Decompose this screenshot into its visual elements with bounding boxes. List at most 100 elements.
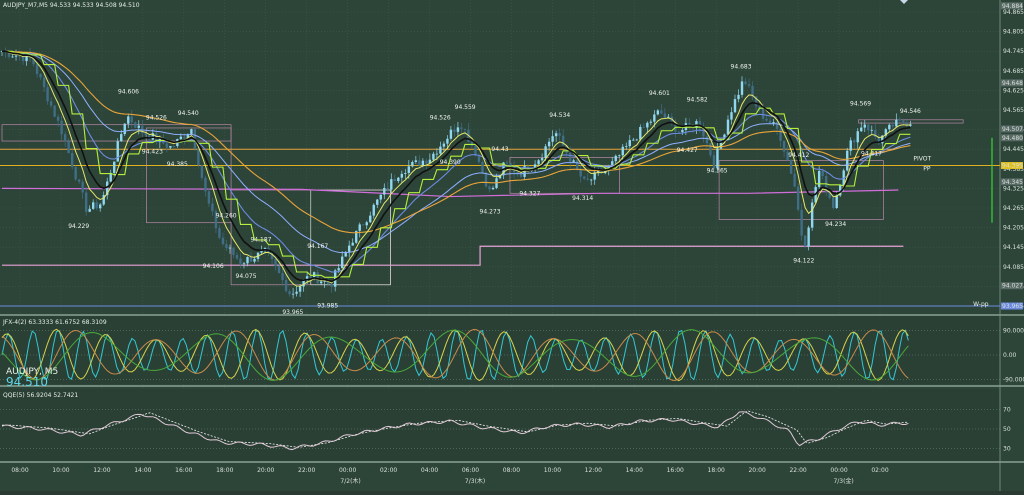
candle-body-3 <box>11 56 14 58</box>
x-tick-9: 02:00 <box>380 467 397 474</box>
candle-body-132 <box>463 128 467 130</box>
chart-window[interactable]: 94.606 94.526 94.540 94.423 94.385 94.229 94.2… <box>0 0 1024 491</box>
candle-body-65 <box>228 247 232 249</box>
x-tick-6: 20:00 <box>257 467 274 474</box>
x-tick-19: 22:00 <box>789 467 806 474</box>
candle-body-72 <box>253 258 256 262</box>
candle-body-182 <box>639 127 642 140</box>
price-label-14: 94.559 <box>455 104 476 111</box>
price-label-30: 94.234 <box>825 221 846 228</box>
osc-tick-0: 90.0000 <box>1003 328 1024 335</box>
candle-body-137 <box>481 162 484 173</box>
candle-body-100 <box>351 242 354 246</box>
candle-body-223 <box>782 140 786 152</box>
candle-body-27 <box>95 202 98 209</box>
candle-body-120 <box>421 160 425 166</box>
price-label-11: 93.985 <box>317 302 338 309</box>
candle-body-211 <box>740 81 744 95</box>
candle-body-157 <box>551 136 554 142</box>
axis-marker-1: 94.648 <box>1002 80 1023 87</box>
price-label-18: 94.327 <box>519 191 540 198</box>
candle-body-110 <box>386 187 389 190</box>
candle-body-38 <box>134 122 137 128</box>
x-tick-3: 14:00 <box>134 467 151 474</box>
x-tick-7: 22:00 <box>298 467 315 474</box>
y-tick-7: 94.445 <box>1003 146 1024 153</box>
candle-body-233 <box>817 170 821 187</box>
x-tick-16: 16:00 <box>667 467 684 474</box>
candle-body-106 <box>372 204 375 216</box>
candle-body-230 <box>807 227 810 247</box>
y-tick-10: 94.265 <box>1003 205 1024 212</box>
candle-body-63 <box>221 237 225 245</box>
candle-body-190 <box>667 116 670 118</box>
candle-body-54 <box>190 129 193 134</box>
y-tick-0: 94.865 <box>1003 9 1024 16</box>
candle-body-158 <box>554 133 558 137</box>
candle-body-109 <box>383 187 386 195</box>
chart-canvas[interactable]: 94.606 94.526 94.540 94.423 94.385 94.229 94.2… <box>0 0 1024 491</box>
candle-body-113 <box>397 177 400 182</box>
candle-body-193 <box>677 131 681 133</box>
candle-body-126 <box>442 143 446 147</box>
price-label-17: 94.273 <box>480 208 501 215</box>
price-label-5: 94.229 <box>68 223 89 230</box>
axis-marker-6: 94.027 <box>1002 283 1023 290</box>
candle-body-248 <box>870 129 873 131</box>
candle-body-90 <box>316 272 319 284</box>
candle-body-159 <box>558 133 561 136</box>
price-label-7: 94.187 <box>250 236 271 243</box>
candle-body-153 <box>537 160 540 165</box>
axis-marker-5: 94.345 <box>1002 179 1023 186</box>
candle-body-225 <box>789 159 793 174</box>
x-tick-13: 10:00 <box>544 467 561 474</box>
y-tick-3: 94.685 <box>1003 68 1024 75</box>
candle-body-51 <box>179 136 183 140</box>
candle-body-231 <box>810 202 814 228</box>
candle-body-70 <box>246 256 249 264</box>
candle-body-123 <box>432 153 435 160</box>
candle-body-112 <box>393 179 397 182</box>
candle-body-59 <box>207 191 211 204</box>
candle-body-80 <box>281 273 284 280</box>
candle-body-37 <box>130 116 133 123</box>
candle-body-257 <box>902 120 905 124</box>
candle-body-228 <box>800 209 803 236</box>
x-tick-1: 10:00 <box>52 467 69 474</box>
price-label-13: 94.526 <box>430 115 451 122</box>
candle-body-186 <box>653 114 656 122</box>
candle-body-134 <box>470 141 474 146</box>
candle-body-66 <box>232 247 235 255</box>
y-tick-1: 94.805 <box>1003 29 1024 36</box>
price-label-19: 94.534 <box>549 112 570 119</box>
x-tick-17: 18:00 <box>708 467 725 474</box>
candle-body-117 <box>411 161 414 167</box>
annotation-2: W-pp <box>973 301 989 308</box>
candle-body-164 <box>575 160 579 169</box>
candle-body-226 <box>793 173 796 187</box>
price-label-15: 94.390 <box>440 159 461 166</box>
candle-body-242 <box>849 140 852 151</box>
candle-body-217 <box>761 108 765 119</box>
candle-body-12 <box>42 77 46 88</box>
candle-body-82 <box>288 291 291 295</box>
candle-body-203 <box>712 155 716 169</box>
price-label-6: 94.260 <box>216 213 237 220</box>
candle-body-22 <box>77 179 81 182</box>
candle-body-156 <box>547 141 551 147</box>
candle-body-36 <box>127 116 130 124</box>
price-label-25: 94.683 <box>731 63 752 70</box>
x-tick-11: 06:00 <box>462 467 479 474</box>
price-label-8: 94.106 <box>203 263 224 270</box>
candle-body-16 <box>56 116 60 121</box>
candle-body-10 <box>35 64 39 74</box>
candle-body-208 <box>730 112 733 120</box>
candle-body-177 <box>621 146 624 156</box>
price-label-4: 94.385 <box>167 161 188 168</box>
candle-body-218 <box>765 118 768 121</box>
candle-body-241 <box>846 150 849 171</box>
candle-body-125 <box>439 146 442 154</box>
candle-body-60 <box>211 203 214 212</box>
candle-body-67 <box>235 254 239 259</box>
price-label-31: 94.122 <box>793 258 814 265</box>
